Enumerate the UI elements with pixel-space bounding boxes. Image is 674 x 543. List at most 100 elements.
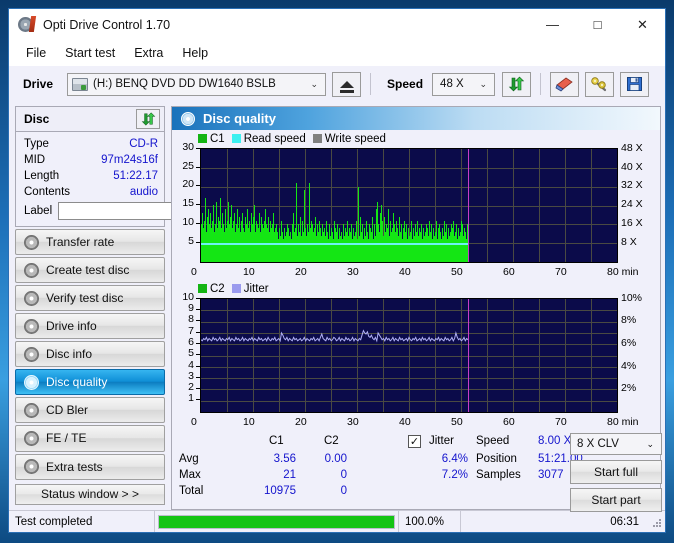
menu-bar: File Start test Extra Help: [9, 40, 665, 65]
sidebar-item-label: Disc quality: [46, 375, 108, 390]
toolbar: Drive (H:) BENQ DVD DD DW1640 BSLB ⌄ Spe…: [9, 65, 665, 102]
sidebar-item-create-test-disc[interactable]: Create test disc: [15, 257, 165, 284]
stats-samples-value: 3077: [538, 469, 564, 481]
y2-axis-tick-label: 2%: [621, 382, 637, 395]
jitter-checkbox[interactable]: ✓: [408, 435, 421, 448]
x-axis-tick-label: 80 min: [607, 415, 639, 428]
disc-refresh-button[interactable]: [136, 109, 160, 129]
y-axis-tick-label: 15: [182, 197, 194, 210]
eraser-icon: [555, 77, 573, 92]
position-marker: [468, 148, 469, 262]
y-axis-tick-label: 30: [182, 140, 194, 153]
legend-entry-read-speed: Read speed: [231, 132, 306, 145]
x-axis-tick-label: 30: [347, 415, 359, 428]
x-axis-tick-label: 70: [555, 265, 567, 278]
y-axis-tick: [196, 342, 200, 344]
stats-speed-label: Speed: [476, 435, 510, 447]
x-axis-tick-label: 40: [399, 265, 411, 278]
menu-help[interactable]: Help: [173, 43, 217, 63]
speed-select[interactable]: 48 X ⌄: [432, 72, 496, 96]
stats-row-avg: Avg: [179, 453, 199, 465]
sidebar-item-label: Disc info: [46, 347, 93, 362]
stats-jitter-avg: 6.4%: [441, 453, 468, 465]
resize-grip[interactable]: [651, 511, 665, 532]
sidebar-item-disc-info[interactable]: Disc info: [15, 341, 165, 368]
sidebar-item-transfer-rate[interactable]: Transfer rate: [15, 229, 165, 256]
disc-panel-header: Disc: [16, 107, 164, 132]
sidebar-item-verify-test-disc[interactable]: Verify test disc: [15, 285, 165, 312]
y-axis-tick-label: 10: [182, 290, 194, 303]
y-axis-tick-label: 2: [188, 381, 194, 394]
y2-axis-tick-label: 32 X: [621, 179, 643, 192]
start-part-button[interactable]: Start part: [570, 488, 662, 512]
drive-select[interactable]: (H:) BENQ DVD DD DW1640 BSLB ⌄: [67, 72, 327, 96]
y-axis-tick: [196, 185, 200, 187]
legend-swatch: [198, 284, 207, 294]
y-axis-tick: [196, 388, 200, 390]
legend-swatch: [231, 134, 241, 144]
maximize-button[interactable]: □: [575, 10, 620, 40]
menu-extra[interactable]: Extra: [125, 43, 172, 63]
y-axis-tick-label: 9: [188, 302, 194, 315]
legend-swatch: [231, 284, 241, 294]
progress-percent: 100.0%: [399, 511, 461, 532]
y-axis-tick: [196, 399, 200, 401]
gridline-horizontal: [201, 205, 617, 207]
stats-c1-total: 10975: [264, 485, 296, 497]
disc-panel: Disc Type CD-R MID 97m24s16f Length 51:2…: [15, 106, 232, 227]
eraser-button[interactable]: [550, 71, 580, 97]
y-axis-tick: [196, 241, 200, 243]
refresh-button[interactable]: [502, 71, 532, 97]
stats-row-total: Total: [179, 485, 204, 497]
sidebar-item-cd-bler[interactable]: CD Bler: [15, 397, 165, 424]
sidebar-item-disc-quality[interactable]: Disc quality: [15, 369, 165, 396]
sidebar-item-label: Create test disc: [46, 263, 130, 278]
disc-row-type: Type CD-R: [16, 136, 164, 152]
save-button[interactable]: [620, 71, 650, 97]
main-panel: Disc quality C1 Read speed Write speed 5…: [171, 106, 662, 512]
menu-file[interactable]: File: [17, 43, 55, 63]
sidebar-item-fe-te[interactable]: FE / TE: [15, 425, 165, 452]
stats-panel: C1 C2 Avg Max Total 3.56 21 10975 0.00 0…: [172, 431, 662, 512]
legend-label: Write speed: [324, 132, 386, 145]
disc-icon: [24, 262, 39, 278]
progress-cell: [155, 511, 399, 532]
c2-jitter-chart[interactable]: 1 2 3 4 5 6 7 8 9 10 2% 4% 6% 8% 10% 0 10 20 30 40 50 60 70 80 …: [172, 291, 660, 431]
y-axis-tick: [196, 376, 200, 378]
page-title: Disc quality: [203, 111, 276, 126]
x-axis-tick-label: 30: [347, 265, 359, 278]
legend-label: Read speed: [243, 132, 306, 145]
x-axis-tick-label: 50: [451, 265, 463, 278]
toolbar-divider-2: [540, 73, 542, 95]
stats-samples-label: Samples: [476, 469, 521, 481]
x-axis-tick-label: 20: [295, 265, 307, 278]
sidebar-item-extra-tests[interactable]: Extra tests: [15, 453, 165, 480]
minimize-button[interactable]: —: [530, 10, 575, 40]
start-full-button[interactable]: Start full: [570, 460, 662, 484]
window-title: Opti Drive Control 1.70: [43, 17, 171, 32]
disc-row-label: Label: [16, 200, 232, 224]
y-axis-tick: [196, 204, 200, 206]
sidebar-item-label: Extra tests: [46, 459, 103, 474]
toolbar-divider-1: [370, 73, 372, 95]
close-button[interactable]: ✕: [620, 10, 665, 40]
gridline-horizontal: [201, 167, 617, 169]
refresh-icon: [141, 112, 155, 126]
menu-start-test[interactable]: Start test: [56, 43, 124, 63]
x-axis-tick-label: 60: [503, 265, 515, 278]
status-window-button[interactable]: Status window > >: [15, 483, 165, 505]
write-strategy-select[interactable]: 8 X CLV ⌄: [570, 433, 662, 455]
c2-chart-legend: C2 Jitter: [198, 282, 660, 296]
eject-button[interactable]: [332, 71, 362, 97]
x-axis-tick-label: 40: [399, 415, 411, 428]
stats-jitter-max: 7.2%: [441, 469, 468, 481]
stats-col-c1: C1: [269, 435, 284, 447]
disc-contents-key: Contents: [24, 186, 71, 198]
tools-button[interactable]: [585, 71, 615, 97]
stats-c1-avg: 3.56: [273, 453, 296, 465]
disc-icon: [24, 234, 39, 250]
c1-chart[interactable]: 5 10 15 20 25 30 8 X 16 X 24 X 32 X 40 X 48 X 0 10 20 3…: [172, 141, 660, 281]
sidebar-item-drive-info[interactable]: Drive info: [15, 313, 165, 340]
y-axis-tick-label: 10: [182, 216, 194, 229]
sidebar-item-label: CD Bler: [46, 403, 89, 418]
